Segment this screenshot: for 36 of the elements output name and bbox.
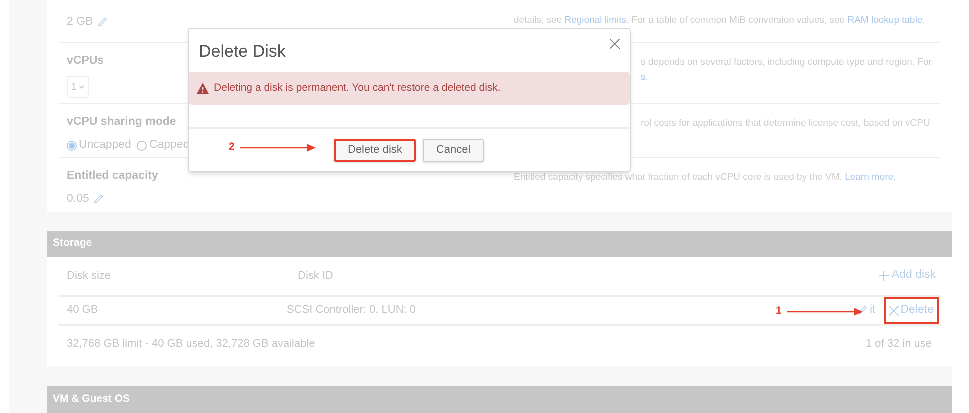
column-header: Disk ID — [298, 268, 334, 284]
warning-text: Deleting a disk is permanent. You can't restore a deleted disk. — [214, 80, 501, 96]
setting-label: vCPU sharing mode — [67, 115, 178, 130]
setting-label: vCPUs — [67, 54, 106, 69]
setting-value: 0.05 — [67, 192, 90, 208]
storage-limit-text: 32,768 GB limit - 40 GB used, 32,728 GB available — [67, 336, 316, 352]
table-cell-text: 40 GB — [67, 303, 100, 318]
delete-disk-button[interactable]: Delete disk — [334, 138, 416, 162]
cancel-button[interactable]: Cancel — [423, 138, 484, 162]
close-icon[interactable] — [610, 38, 622, 50]
help-link[interactable]: RAM lookup table. — [848, 15, 926, 26]
radio-option[interactable]: Uncapped — [67, 137, 132, 154]
close-icon — [888, 306, 899, 316]
add-disk-button[interactable]: Add disk — [878, 267, 936, 285]
dialog-title: Delete Disk — [199, 41, 286, 63]
pencil-icon[interactable] — [93, 194, 104, 206]
setting-label: Entitled capacity — [67, 169, 160, 184]
vcpu-select[interactable]: 1 — [67, 76, 89, 98]
callout-number: 2 — [229, 140, 235, 155]
table-cell-text: SCSI Controller: 0, LUN: 0 — [287, 303, 416, 318]
column-header: Disk size — [67, 268, 112, 284]
pencil-icon[interactable] — [97, 16, 108, 28]
help-link[interactable]: s. — [641, 72, 648, 83]
help-link[interactable]: Learn more. — [845, 172, 896, 183]
callout-number: 1 — [776, 304, 782, 319]
plus-icon — [878, 271, 889, 281]
usage-text: 1 of 32 in use — [866, 336, 932, 352]
chevron-down-icon — [78, 84, 85, 90]
section-header: VM & Guest OS — [47, 386, 952, 413]
section-header: Storage — [47, 231, 952, 257]
delete-button[interactable]: Delete — [884, 297, 939, 324]
pencil-icon — [857, 305, 868, 316]
setting-value: 2 GB — [67, 14, 94, 30]
help-link[interactable]: Regional limits. — [564, 15, 630, 26]
warning-icon — [197, 83, 209, 94]
edit-button[interactable]: it — [852, 297, 881, 324]
